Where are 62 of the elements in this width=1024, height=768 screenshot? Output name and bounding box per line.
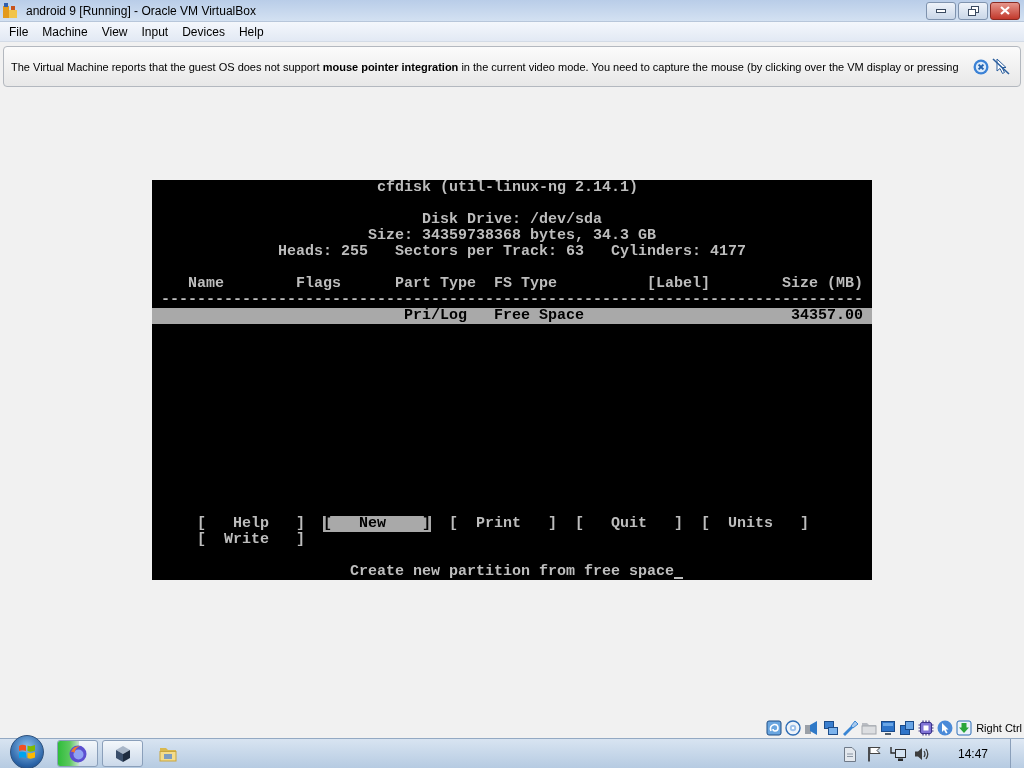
window-title: android 9 [Running] - Oracle VM VirtualBox: [26, 3, 257, 18]
close-button[interactable]: [990, 1, 1020, 20]
menu-button[interactable]: [ Write ]: [197, 532, 305, 548]
column-header: FS Type: [494, 276, 557, 292]
chip-icon[interactable]: [918, 720, 935, 736]
monitors-icon[interactable]: [823, 720, 840, 736]
restore-icon: [967, 5, 979, 16]
close-icon: [1000, 6, 1010, 15]
table-cell: 34357.00: [791, 308, 863, 324]
restore-button[interactable]: [958, 1, 988, 20]
menu-item[interactable]: Help: [231, 22, 271, 41]
column-header: [Label]: [647, 276, 710, 292]
menu-item[interactable]: View: [94, 22, 135, 41]
host-key-label: Right Ctrl: [976, 722, 1022, 734]
swirl-square-icon[interactable]: [766, 720, 783, 736]
flag-icon[interactable]: [865, 745, 882, 762]
flag-icon: [18, 743, 36, 760]
monitor-icon[interactable]: [880, 720, 897, 736]
geometry-text: Sectors per Track: 63: [395, 244, 584, 260]
menu-item[interactable]: Devices: [175, 22, 232, 41]
cube-icon: [114, 744, 131, 763]
column-header: Name: [188, 276, 224, 292]
notification-text: The Virtual Machine reports that the guest OS does not support mouse pointer integration in the current video mode. You need to capture the mouse (by clicking over the VM display or pressing: [11, 60, 959, 73]
disk-size-text: Size: 34359738368 bytes, 34.3 GB: [368, 228, 656, 244]
mouse-icon[interactable]: [937, 720, 954, 736]
geometry-text: Cylinders: 4177: [611, 244, 746, 260]
document-icon[interactable]: [841, 745, 858, 762]
menu-button[interactable]: [ Print ]: [449, 516, 557, 532]
table-cell: Pri/Log: [404, 308, 467, 324]
console-title: cfdisk (util-linux-ng 2.14.1): [377, 180, 638, 196]
separator-line: ------------------------------------------------------------------------------: [161, 292, 863, 308]
column-header: Flags: [296, 276, 341, 292]
geometry-text: Heads: 255: [278, 244, 368, 260]
menu-button[interactable]: [ Units ]: [701, 516, 809, 532]
clock[interactable]: 14:47: [957, 746, 988, 761]
taskbar-button[interactable]: [57, 740, 98, 767]
column-header: Size (MB): [782, 276, 863, 292]
menu-item[interactable]: Input: [134, 22, 176, 41]
minimize-icon: [936, 8, 946, 13]
column-header: Part Type: [395, 276, 476, 292]
swirl-icon: [68, 744, 87, 763]
table-row[interactable]: Pri/Log Free Space 34357.00: [152, 308, 872, 324]
taskbar-button[interactable]: [102, 740, 143, 767]
monitor-icon[interactable]: [889, 745, 906, 762]
minimize-button[interactable]: [926, 1, 956, 20]
app-icon: [2, 2, 18, 19]
menu-button[interactable]: [ Help ]: [197, 516, 305, 532]
table-cell: Free Space: [494, 308, 584, 324]
disc-icon[interactable]: [785, 720, 802, 736]
start-button[interactable]: [10, 734, 44, 768]
menu-item[interactable]: File: [2, 22, 36, 41]
speaker-icon[interactable]: [913, 745, 930, 762]
arrow-down-icon[interactable]: [956, 720, 973, 736]
status-message: Create new partition from free space: [350, 564, 674, 580]
pointer-crossed-icon: [992, 58, 1010, 75]
menu-item[interactable]: Machine: [35, 22, 95, 41]
disk-drive-text: Disk Drive: /dev/sda: [422, 212, 602, 228]
close-icon[interactable]: [973, 58, 989, 75]
menu-button[interactable]: [ Quit ]: [575, 516, 683, 532]
menu-button[interactable]: [ New ]: [323, 516, 431, 532]
stick-icon[interactable]: [842, 720, 859, 736]
squares-icon[interactable]: [899, 720, 916, 736]
